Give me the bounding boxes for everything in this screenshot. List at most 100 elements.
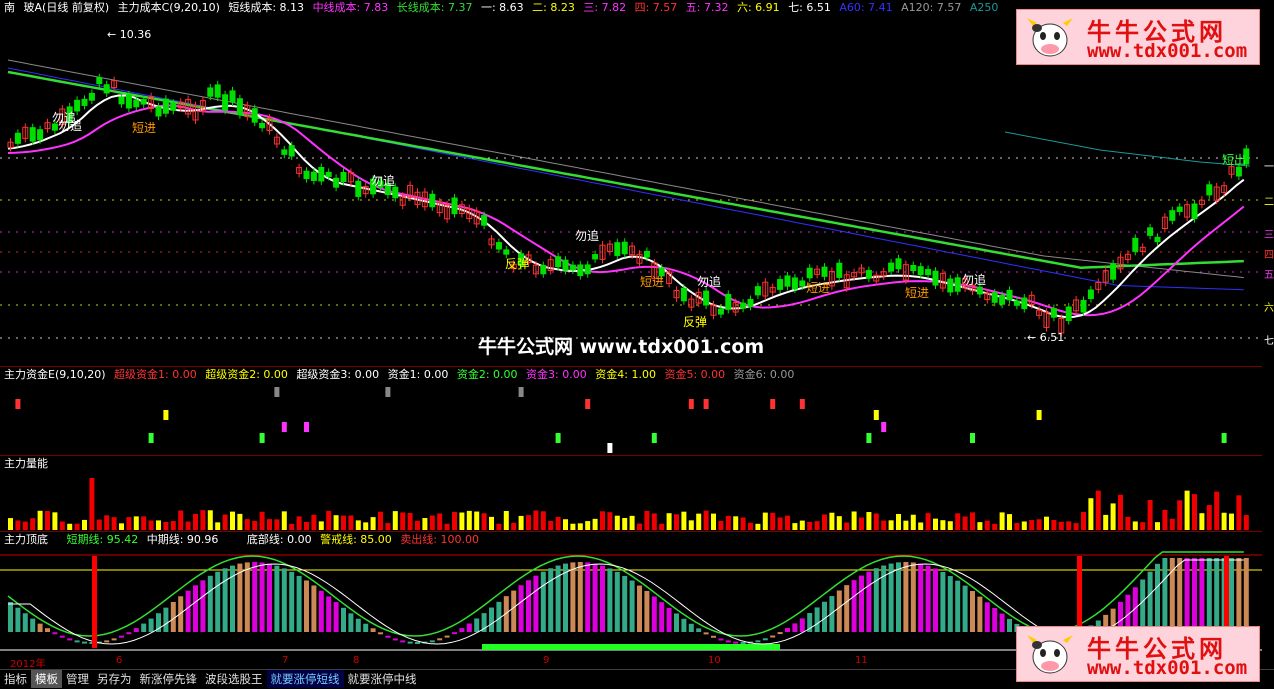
osc-bar — [770, 635, 776, 638]
candle-body — [125, 94, 132, 109]
volume-bar — [711, 513, 716, 530]
osc-bar — [385, 635, 391, 638]
volume-bar — [1088, 498, 1094, 530]
osc-bar — [148, 618, 154, 632]
osc-bar — [733, 641, 739, 644]
candle-body — [947, 278, 954, 293]
volume-bar — [385, 523, 391, 530]
osc-bar — [163, 607, 169, 632]
volume-bar — [688, 520, 694, 530]
candle-body — [207, 87, 214, 97]
candle-body — [777, 279, 784, 290]
tab-limitup-short[interactable]: 就要涨停短线 — [266, 670, 344, 688]
osc-bar — [244, 562, 250, 632]
volume-bar — [230, 511, 235, 530]
volume-bar — [363, 522, 369, 530]
volume-bar — [59, 521, 65, 530]
candle-body — [740, 302, 747, 309]
tab-template[interactable]: 模板 — [31, 670, 62, 688]
volume-bar — [89, 478, 95, 530]
volume-bar — [888, 520, 894, 530]
volume-bar — [933, 518, 938, 530]
volume-bar — [429, 515, 435, 530]
osc-bar — [133, 628, 139, 632]
volume-bar — [15, 520, 21, 530]
osc-bar — [30, 618, 36, 632]
signal-label: 反弹 — [505, 257, 529, 271]
osc-bar — [1155, 563, 1160, 632]
osc-bar — [348, 613, 354, 632]
date-label: 2012年 — [10, 659, 46, 670]
volume-bar — [725, 515, 731, 530]
osc-bar — [570, 562, 576, 632]
tab-manage[interactable]: 管理 — [62, 670, 93, 688]
candle-body — [214, 84, 221, 98]
candle-body — [1080, 299, 1087, 313]
volume-bar — [170, 521, 176, 530]
candle-body — [1191, 203, 1198, 220]
fund-bar — [873, 410, 879, 420]
volume-bar — [614, 515, 620, 530]
volume-bar — [666, 513, 672, 530]
osc-bar — [222, 568, 228, 632]
osc-bar — [378, 632, 383, 635]
volume-bar — [296, 516, 302, 530]
candle-body — [917, 266, 924, 276]
osc-bar — [651, 596, 657, 632]
volume-bar — [755, 523, 761, 530]
osc-bar — [1192, 558, 1197, 632]
osc-bar — [888, 563, 894, 632]
volume-bar — [333, 515, 339, 530]
volume-bar — [1206, 505, 1212, 530]
tab-indicator[interactable]: 指标 — [0, 670, 31, 688]
volume-bar — [1184, 490, 1190, 530]
volume-bar — [1095, 490, 1101, 530]
osc-bar — [311, 585, 317, 632]
candle-body — [1006, 289, 1013, 301]
osc-bar — [614, 571, 620, 632]
volume-bar — [1103, 514, 1109, 530]
volume-bar — [1014, 523, 1020, 530]
level-mark: 六 — [1264, 303, 1274, 314]
volume-bar — [259, 511, 265, 530]
volume-pane[interactable]: 主力量能 — [0, 456, 1274, 531]
cow-icon — [1027, 635, 1073, 674]
volume-bar — [466, 510, 472, 530]
candle-body — [1021, 297, 1028, 310]
volume-bar — [378, 511, 383, 530]
osc-bar — [289, 571, 295, 632]
osc-bar — [666, 607, 672, 632]
volume-bar — [355, 520, 361, 530]
volume-bar — [836, 516, 842, 530]
tab-limitup-mid[interactable]: 就要涨停中线 — [344, 670, 421, 688]
tab-save-as[interactable]: 另存为 — [93, 670, 136, 688]
candle-body — [318, 166, 325, 182]
volume-bar — [570, 523, 576, 530]
volume-bar — [22, 521, 28, 530]
candle-body — [140, 99, 147, 105]
osc-bar — [1147, 571, 1153, 632]
volume-bar — [1066, 521, 1072, 530]
tab-wave-picker[interactable]: 波段选股王 — [201, 670, 267, 688]
volume-bar — [770, 512, 776, 530]
osc-bar — [962, 585, 968, 632]
volume-bar — [215, 522, 221, 530]
osc-bar — [474, 618, 480, 632]
volume-bar — [119, 523, 124, 530]
a60-line — [7, 67, 1244, 291]
osc-bar — [977, 596, 983, 632]
volume-bar — [511, 522, 517, 530]
volume-bar — [111, 517, 117, 530]
osc-bar — [259, 562, 265, 632]
candle-body — [643, 250, 650, 258]
volume-bar — [1132, 521, 1138, 530]
fund-pane[interactable]: 主力资金E(9,10,20) 超级资金1: 0.00 超级资金2: 0.00 超… — [0, 367, 1274, 455]
candle-body — [333, 177, 340, 188]
osc-bar — [126, 632, 132, 635]
osc-bar — [363, 623, 369, 632]
osc-bar — [1236, 558, 1242, 632]
tab-limitup-pioneer[interactable]: 新涨停先锋 — [136, 670, 202, 688]
candle-body — [340, 172, 347, 183]
level-mark: 三 — [1264, 230, 1274, 241]
volume-bar — [844, 522, 850, 530]
